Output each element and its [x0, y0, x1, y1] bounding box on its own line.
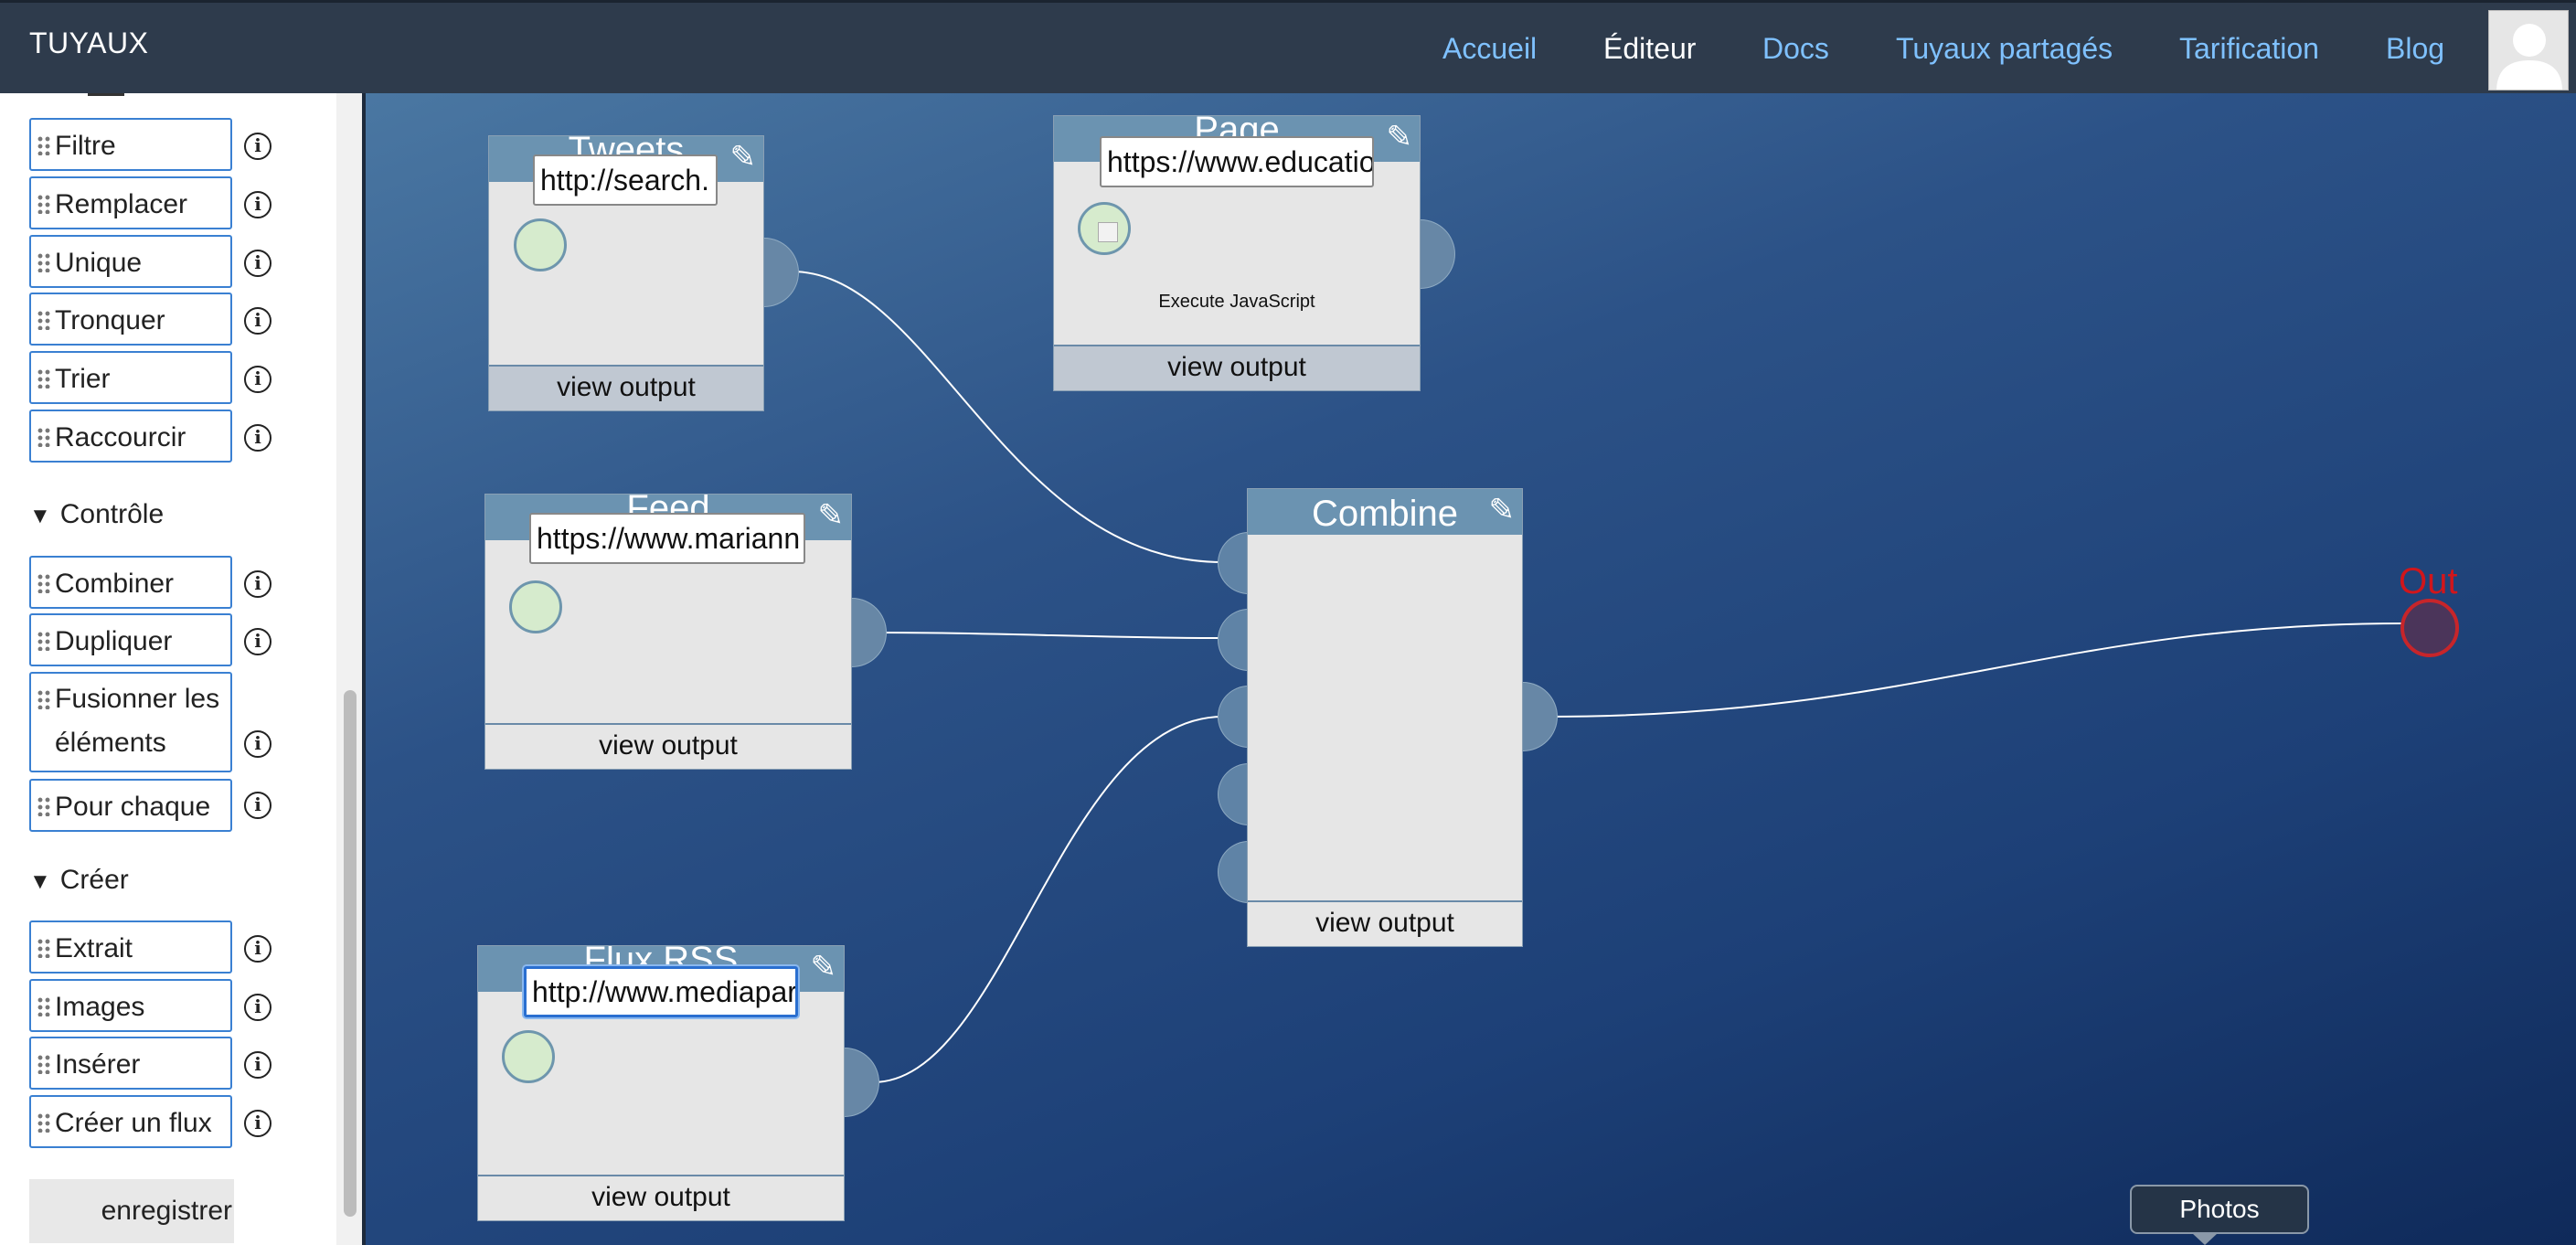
- drag-handle-icon[interactable]: [37, 368, 51, 388]
- nav-editeur[interactable]: Éditeur: [1603, 32, 1696, 66]
- info-icon[interactable]: i: [244, 133, 271, 160]
- module-trier[interactable]: Trier: [29, 351, 232, 404]
- input-port[interactable]: [502, 1030, 555, 1083]
- save-button[interactable]: enregistrer: [29, 1179, 234, 1243]
- module-palette: Filtre i Remplacer i Unique i Tronquer i…: [0, 93, 364, 1245]
- input-port[interactable]: [509, 580, 562, 633]
- url-input[interactable]: http://search.: [533, 154, 718, 206]
- drag-handle-icon[interactable]: [37, 573, 51, 593]
- clipped-section-header: [88, 93, 124, 96]
- nav-accueil[interactable]: Accueil: [1442, 32, 1537, 66]
- triangle-down-icon: ▼: [29, 869, 51, 894]
- pencil-edit-icon[interactable]: ✎: [730, 142, 757, 173]
- info-icon[interactable]: i: [244, 570, 271, 598]
- view-output-button[interactable]: view output: [478, 1175, 844, 1220]
- view-output-button[interactable]: view output: [485, 723, 851, 769]
- user-avatar-icon[interactable]: [2488, 10, 2569, 90]
- tooltip-arrow: [2192, 1233, 2218, 1245]
- node-feed[interactable]: Feed ✎ https://www.mariann view output: [484, 494, 852, 770]
- pencil-edit-icon[interactable]: ✎: [1489, 495, 1516, 526]
- out-port[interactable]: [2400, 599, 2459, 657]
- module-pour-chaque[interactable]: Pour chaque: [29, 779, 232, 832]
- view-output-button[interactable]: view output: [1248, 900, 1522, 946]
- info-icon[interactable]: i: [244, 307, 271, 335]
- drag-handle-icon[interactable]: [37, 1112, 51, 1133]
- module-dupliquer[interactable]: Dupliquer: [29, 613, 232, 666]
- node-page[interactable]: Page ✎ https://www.educatio Execute Java…: [1053, 115, 1421, 391]
- module-combiner[interactable]: Combiner: [29, 556, 232, 609]
- brand-logo[interactable]: TUYAUX: [29, 27, 148, 60]
- module-fusionner-les-elements[interactable]: Fusionner les éléments: [29, 672, 232, 772]
- drag-handle-icon[interactable]: [37, 252, 51, 272]
- nav-tarification[interactable]: Tarification: [2179, 32, 2319, 66]
- module-inserer[interactable]: Insérer: [29, 1037, 232, 1090]
- sidebar-scrollbar-thumb[interactable]: [344, 690, 357, 1217]
- wire-feed-combine: [877, 632, 1224, 639]
- info-icon[interactable]: i: [244, 628, 271, 655]
- module-unique[interactable]: Unique: [29, 235, 232, 288]
- nav-docs[interactable]: Docs: [1762, 32, 1829, 66]
- info-icon[interactable]: i: [244, 366, 271, 393]
- module-creer-un-flux[interactable]: Créer un flux: [29, 1095, 232, 1148]
- url-input[interactable]: http://www.mediapar: [524, 966, 798, 1017]
- info-icon[interactable]: i: [244, 730, 271, 758]
- input-port[interactable]: [514, 218, 567, 271]
- nav-blog[interactable]: Blog: [2386, 32, 2444, 66]
- node-tweets[interactable]: Tweets ✎ http://search. view output: [488, 135, 764, 411]
- drag-handle-icon[interactable]: [37, 631, 51, 651]
- drag-handle-icon[interactable]: [37, 310, 51, 330]
- js-checkbox[interactable]: [1098, 222, 1118, 242]
- module-extrait[interactable]: Extrait: [29, 920, 232, 974]
- pipe-editor-canvas[interactable]: Tweets ✎ http://search. view output Page…: [366, 93, 2576, 1245]
- pencil-edit-icon[interactable]: ✎: [1387, 122, 1413, 153]
- info-icon[interactable]: i: [244, 250, 271, 277]
- info-icon[interactable]: i: [244, 935, 271, 963]
- drag-handle-icon[interactable]: [37, 427, 51, 447]
- module-tronquer[interactable]: Tronquer: [29, 293, 232, 346]
- node-title[interactable]: Combine: [1248, 489, 1522, 535]
- execute-js-label: Execute JavaScript: [1158, 292, 1315, 312]
- view-output-button[interactable]: view output: [489, 365, 763, 410]
- module-remplacer[interactable]: Remplacer: [29, 176, 232, 229]
- info-icon[interactable]: i: [244, 1110, 271, 1137]
- url-input[interactable]: https://www.mariann: [529, 513, 805, 564]
- drag-handle-icon[interactable]: [37, 938, 51, 958]
- info-icon[interactable]: i: [244, 424, 271, 452]
- url-input[interactable]: https://www.educatio: [1100, 136, 1374, 187]
- input-port[interactable]: [1078, 202, 1131, 255]
- drag-handle-icon[interactable]: [37, 135, 51, 155]
- node-combine[interactable]: Combine ✎ view output: [1247, 488, 1523, 947]
- module-images[interactable]: Images: [29, 979, 232, 1032]
- drag-handle-icon[interactable]: [37, 689, 51, 709]
- wire-flux-combine: [872, 716, 1224, 1083]
- module-filtre[interactable]: Filtre: [29, 118, 232, 171]
- node-flux-rss[interactable]: Flux RSS ✎ http://www.mediapar view outp…: [477, 945, 845, 1221]
- pencil-edit-icon[interactable]: ✎: [818, 500, 845, 531]
- drag-handle-icon[interactable]: [37, 1054, 51, 1074]
- pencil-edit-icon[interactable]: ✎: [811, 952, 837, 983]
- wire-combine-out: [1546, 622, 2405, 718]
- triangle-down-icon: ▼: [29, 504, 51, 528]
- dock-tooltip: Photos: [2130, 1185, 2309, 1234]
- section-creer[interactable]: ▼ Créer: [29, 865, 129, 896]
- info-icon[interactable]: i: [244, 994, 271, 1021]
- nav-tuyaux-partages[interactable]: Tuyaux partagés: [1896, 32, 2113, 66]
- info-icon[interactable]: i: [244, 191, 271, 218]
- drag-handle-icon[interactable]: [37, 796, 51, 816]
- drag-handle-icon[interactable]: [37, 194, 51, 214]
- info-icon[interactable]: i: [244, 792, 271, 819]
- module-raccourcir[interactable]: Raccourcir: [29, 410, 232, 463]
- drag-handle-icon[interactable]: [37, 996, 51, 1016]
- section-controle[interactable]: ▼ Contrôle: [29, 499, 164, 530]
- info-icon[interactable]: i: [244, 1051, 271, 1079]
- top-nav-bar: TUYAUX Accueil Éditeur Docs Tuyaux parta…: [0, 0, 2576, 93]
- out-label: Out: [2399, 561, 2458, 601]
- view-output-button[interactable]: view output: [1054, 345, 1420, 390]
